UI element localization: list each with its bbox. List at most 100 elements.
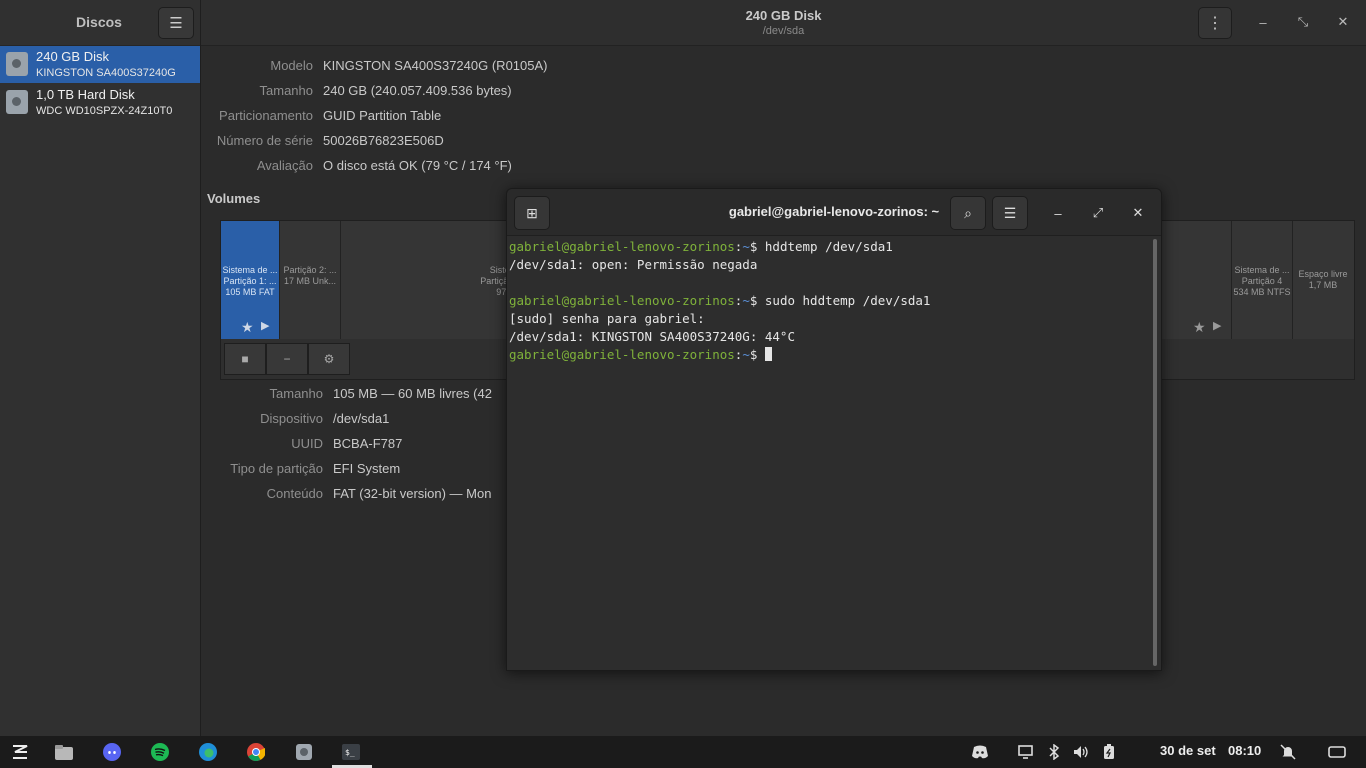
terminal-output[interactable]: gabriel@gabriel-lenovo-zorinos:~$ hddtem… xyxy=(509,238,1149,663)
disks-icon[interactable] xyxy=(294,742,314,762)
part-value-uuid: BCBA-F787 xyxy=(333,436,403,451)
prompt-path: ~ xyxy=(742,293,750,308)
segment-line: 534 MB NTFS xyxy=(1233,287,1291,297)
partition-options-button[interactable]: ⚙ xyxy=(308,343,350,375)
show-desktop-icon[interactable] xyxy=(1328,744,1346,760)
volume-segment-free[interactable]: Espaço livre 1,7 MB xyxy=(1292,221,1354,339)
volumes-title: Volumes xyxy=(207,191,261,206)
terminal-command-line: gabriel@gabriel-lenovo-zorinos:~$ sudo h… xyxy=(509,292,1149,310)
hamburger-menu-button[interactable]: ☰ xyxy=(158,7,194,39)
spotify-icon[interactable] xyxy=(150,742,170,762)
terminal-output-line: /dev/sda1: KINGSTON SA400S37240G: 44°C xyxy=(509,329,795,344)
terminal-output-line: /dev/sda1: open: Permissão negada xyxy=(509,257,758,272)
prop-label-partitioning: Particionamento xyxy=(219,108,313,123)
terminal-headerbar: ⊞ gabriel@gabriel-lenovo-zorinos: ~ ⌕ ☰ … xyxy=(507,189,1161,236)
main-header: 240 GB Disk /dev/sda ⋮ – ⤡ ✕ xyxy=(201,0,1366,46)
prompt-path: ~ xyxy=(742,239,750,254)
close-button[interactable]: ✕ xyxy=(1333,12,1353,32)
zorin-menu-icon[interactable] xyxy=(10,742,30,762)
part-label-type: Tipo de partição xyxy=(230,461,323,476)
drive-icon xyxy=(6,90,28,114)
segment-line: Partição 4 xyxy=(1241,276,1283,286)
star-icon: ★ xyxy=(241,319,254,335)
disk-title: 240 GB Disk xyxy=(745,8,822,23)
kebab-icon: ⋮ xyxy=(1207,15,1223,32)
volume-icon[interactable] xyxy=(1073,744,1089,760)
notifications-off-icon[interactable] xyxy=(1280,744,1296,760)
disk-item-1tb[interactable]: 1,0 TB Hard Disk WDC WD10SPZX-24Z10T0 xyxy=(0,84,200,121)
maximize-icon: ⤡ xyxy=(1297,14,1309,29)
terminal-output-line: [sudo] senha para gabriel: xyxy=(509,311,705,326)
unmount-button[interactable]: ■ xyxy=(224,343,266,375)
play-icon: ▶ xyxy=(261,320,270,332)
prop-value-assessment: O disco está OK (79 °C / 174 °F) xyxy=(323,158,512,173)
segment-line: 17 MB Unk... xyxy=(283,276,337,286)
star-icon: ★ xyxy=(1193,319,1206,335)
command-text: $ sudo hddtemp /dev/sda1 xyxy=(749,293,931,308)
disk-name: 240 GB Disk xyxy=(36,49,109,64)
terminal-command-line: gabriel@gabriel-lenovo-zorinos:~$ xyxy=(509,346,1149,364)
terminal-menu-button[interactable]: ☰ xyxy=(992,196,1028,230)
stop-icon: ■ xyxy=(241,352,249,366)
segment-line: 105 MB FAT xyxy=(225,287,275,297)
clock-date[interactable]: 30 de set xyxy=(1160,743,1216,758)
terminal-search-button[interactable]: ⌕ xyxy=(950,196,986,230)
prompt-user: gabriel@gabriel-lenovo-zorinos xyxy=(509,293,735,308)
disk-name: 1,0 TB Hard Disk xyxy=(36,87,135,102)
discord-tray-icon[interactable] xyxy=(972,744,988,760)
terminal-close-button[interactable]: ✕ xyxy=(1128,203,1148,223)
command-text: $ hddtemp /dev/sda1 xyxy=(749,239,893,254)
part-value-device: /dev/sda1 xyxy=(333,411,390,426)
taskbar: $_ 30 de set 08:10 xyxy=(0,736,1366,768)
sidebar: Discos ☰ 240 GB Disk KINGSTON SA400S3724… xyxy=(0,0,201,736)
prompt-user: gabriel@gabriel-lenovo-zorinos xyxy=(509,347,735,362)
disk-subtitle: /dev/sda xyxy=(762,25,805,37)
chrome-icon[interactable] xyxy=(246,742,266,762)
clock-time[interactable]: 08:10 xyxy=(1228,743,1261,758)
hamburger-icon: ☰ xyxy=(1003,204,1017,221)
volume-segment-2[interactable]: Partição 2: ... 17 MB Unk... xyxy=(280,221,341,339)
segment-line: Partição 1: ... xyxy=(223,276,277,286)
terminal-minimize-button[interactable]: – xyxy=(1048,203,1068,223)
disk-item-240gb[interactable]: 240 GB Disk KINGSTON SA400S37240G xyxy=(0,46,200,83)
disk-model: WDC WD10SPZX-24Z10T0 xyxy=(36,105,173,117)
close-icon: ✕ xyxy=(1337,14,1349,29)
maximize-button[interactable]: ⤡ xyxy=(1293,12,1313,32)
part-label-size: Tamanho xyxy=(269,386,323,401)
terminal-icon[interactable]: $_ xyxy=(341,742,361,762)
search-icon: ⌕ xyxy=(964,204,972,221)
part-value-type: EFI System xyxy=(333,461,401,476)
battery-icon[interactable] xyxy=(1101,744,1117,760)
command-text: $ xyxy=(749,347,765,362)
prop-label-serial: Número de série xyxy=(216,133,313,148)
volume-segment-1[interactable]: Sistema de ... Partição 1: ... 105 MB FAT … xyxy=(221,221,280,339)
edge-icon[interactable] xyxy=(198,742,218,762)
hamburger-icon: ☰ xyxy=(169,15,183,32)
disk-model: KINGSTON SA400S37240G xyxy=(36,67,176,79)
prop-value-partitioning: GUID Partition Table xyxy=(323,108,442,123)
drive-options-button[interactable]: ⋮ xyxy=(1198,7,1232,39)
part-label-contents: Conteúdo xyxy=(266,486,323,501)
segment-line: Partição 2: ... xyxy=(283,265,337,275)
drive-icon xyxy=(6,52,28,76)
segment-line: Sistema de ... xyxy=(1234,265,1290,275)
terminal-window: ⊞ gabriel@gabriel-lenovo-zorinos: ~ ⌕ ☰ … xyxy=(506,188,1162,671)
prop-label-model: Modelo xyxy=(270,58,313,73)
screen-icon[interactable] xyxy=(1017,744,1033,760)
sidebar-header: Discos ☰ xyxy=(0,0,200,46)
prop-value-serial: 50026B76823E506D xyxy=(323,133,444,148)
minimize-icon: – xyxy=(1054,205,1062,221)
delete-partition-button[interactable]: − xyxy=(266,343,308,375)
terminal-cursor xyxy=(764,347,772,361)
prop-value-size: 240 GB (240.057.409.536 bytes) xyxy=(323,83,512,98)
minimize-button[interactable]: – xyxy=(1253,12,1273,32)
volume-segment-4[interactable]: Sistema de ... Partição 4 534 MB NTFS xyxy=(1231,221,1293,339)
segment-line: Espaço livre xyxy=(1298,269,1348,279)
discord-icon[interactable] xyxy=(102,742,122,762)
terminal-scrollbar[interactable] xyxy=(1153,239,1157,666)
files-icon[interactable] xyxy=(54,742,74,762)
terminal-command-line: gabriel@gabriel-lenovo-zorinos:~$ hddtem… xyxy=(509,238,1149,256)
terminal-maximize-button[interactable]: ⤢ xyxy=(1088,203,1108,223)
bluetooth-icon[interactable] xyxy=(1046,744,1062,760)
